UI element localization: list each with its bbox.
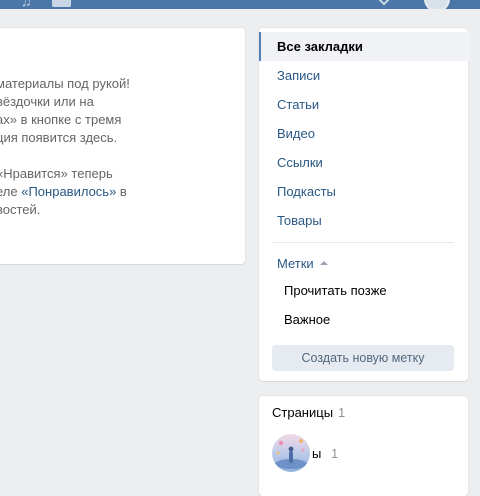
top-header-bar: ♫ (0, 0, 480, 9)
menu-item-podcasts[interactable]: Подкасты (259, 177, 468, 206)
pages-count: 1 (338, 405, 346, 420)
tag-item-read-later[interactable]: Прочитать позже (284, 281, 387, 301)
pages-title: Страницы 1 (272, 404, 345, 422)
avatar-icon[interactable] (424, 0, 450, 9)
info-line: материалы под рукой! (0, 76, 130, 91)
caret-up-icon (319, 260, 328, 265)
liked-link[interactable]: «Понравилось» (21, 184, 116, 199)
create-tag-button[interactable]: Создать новую метку (272, 345, 454, 371)
bookmarks-menu: Все закладки Записи Статьи Видео Ссылки … (259, 28, 470, 381)
menu-item-links[interactable]: Ссылки (259, 148, 468, 177)
tags-label: Метки (277, 256, 314, 271)
menu-item-all[interactable]: Все закладки (259, 32, 470, 61)
music-icon[interactable]: ♫ (21, 0, 37, 8)
menu-item-articles[interactable]: Статьи (259, 90, 468, 119)
square-icon[interactable] (52, 0, 71, 7)
page-avatar-image (272, 434, 310, 472)
info-line: ах» в кнопке с тремя (0, 112, 122, 127)
info-line: «Нравится» теперь (0, 166, 113, 181)
page-avatar[interactable] (272, 434, 310, 472)
tags-header[interactable]: Метки (277, 254, 328, 274)
info-text: в (116, 184, 127, 199)
info-text: еле (0, 184, 18, 199)
notification-icon[interactable] (375, 0, 393, 6)
menu-item-posts[interactable]: Записи (259, 61, 468, 90)
menu-item-products[interactable]: Товары (259, 206, 468, 235)
info-line: еле «Понравилось» в (0, 183, 127, 201)
page-name[interactable]: ы (312, 446, 321, 461)
info-line: вёздочки или на (0, 94, 94, 109)
page-item-count: 1 (331, 446, 339, 461)
info-line: ция появится здесь. (0, 130, 118, 145)
menu-item-video[interactable]: Видео (259, 119, 468, 148)
bookmarks-empty-card: материалы под рукой! вёздочки или на ах»… (0, 28, 245, 264)
pages-title-label: Страницы (272, 405, 334, 420)
pages-card: Страницы 1 ы 1 (259, 396, 468, 496)
info-line: востей. (0, 202, 41, 217)
divider (272, 242, 454, 243)
tag-item-important[interactable]: Важное (284, 310, 330, 330)
